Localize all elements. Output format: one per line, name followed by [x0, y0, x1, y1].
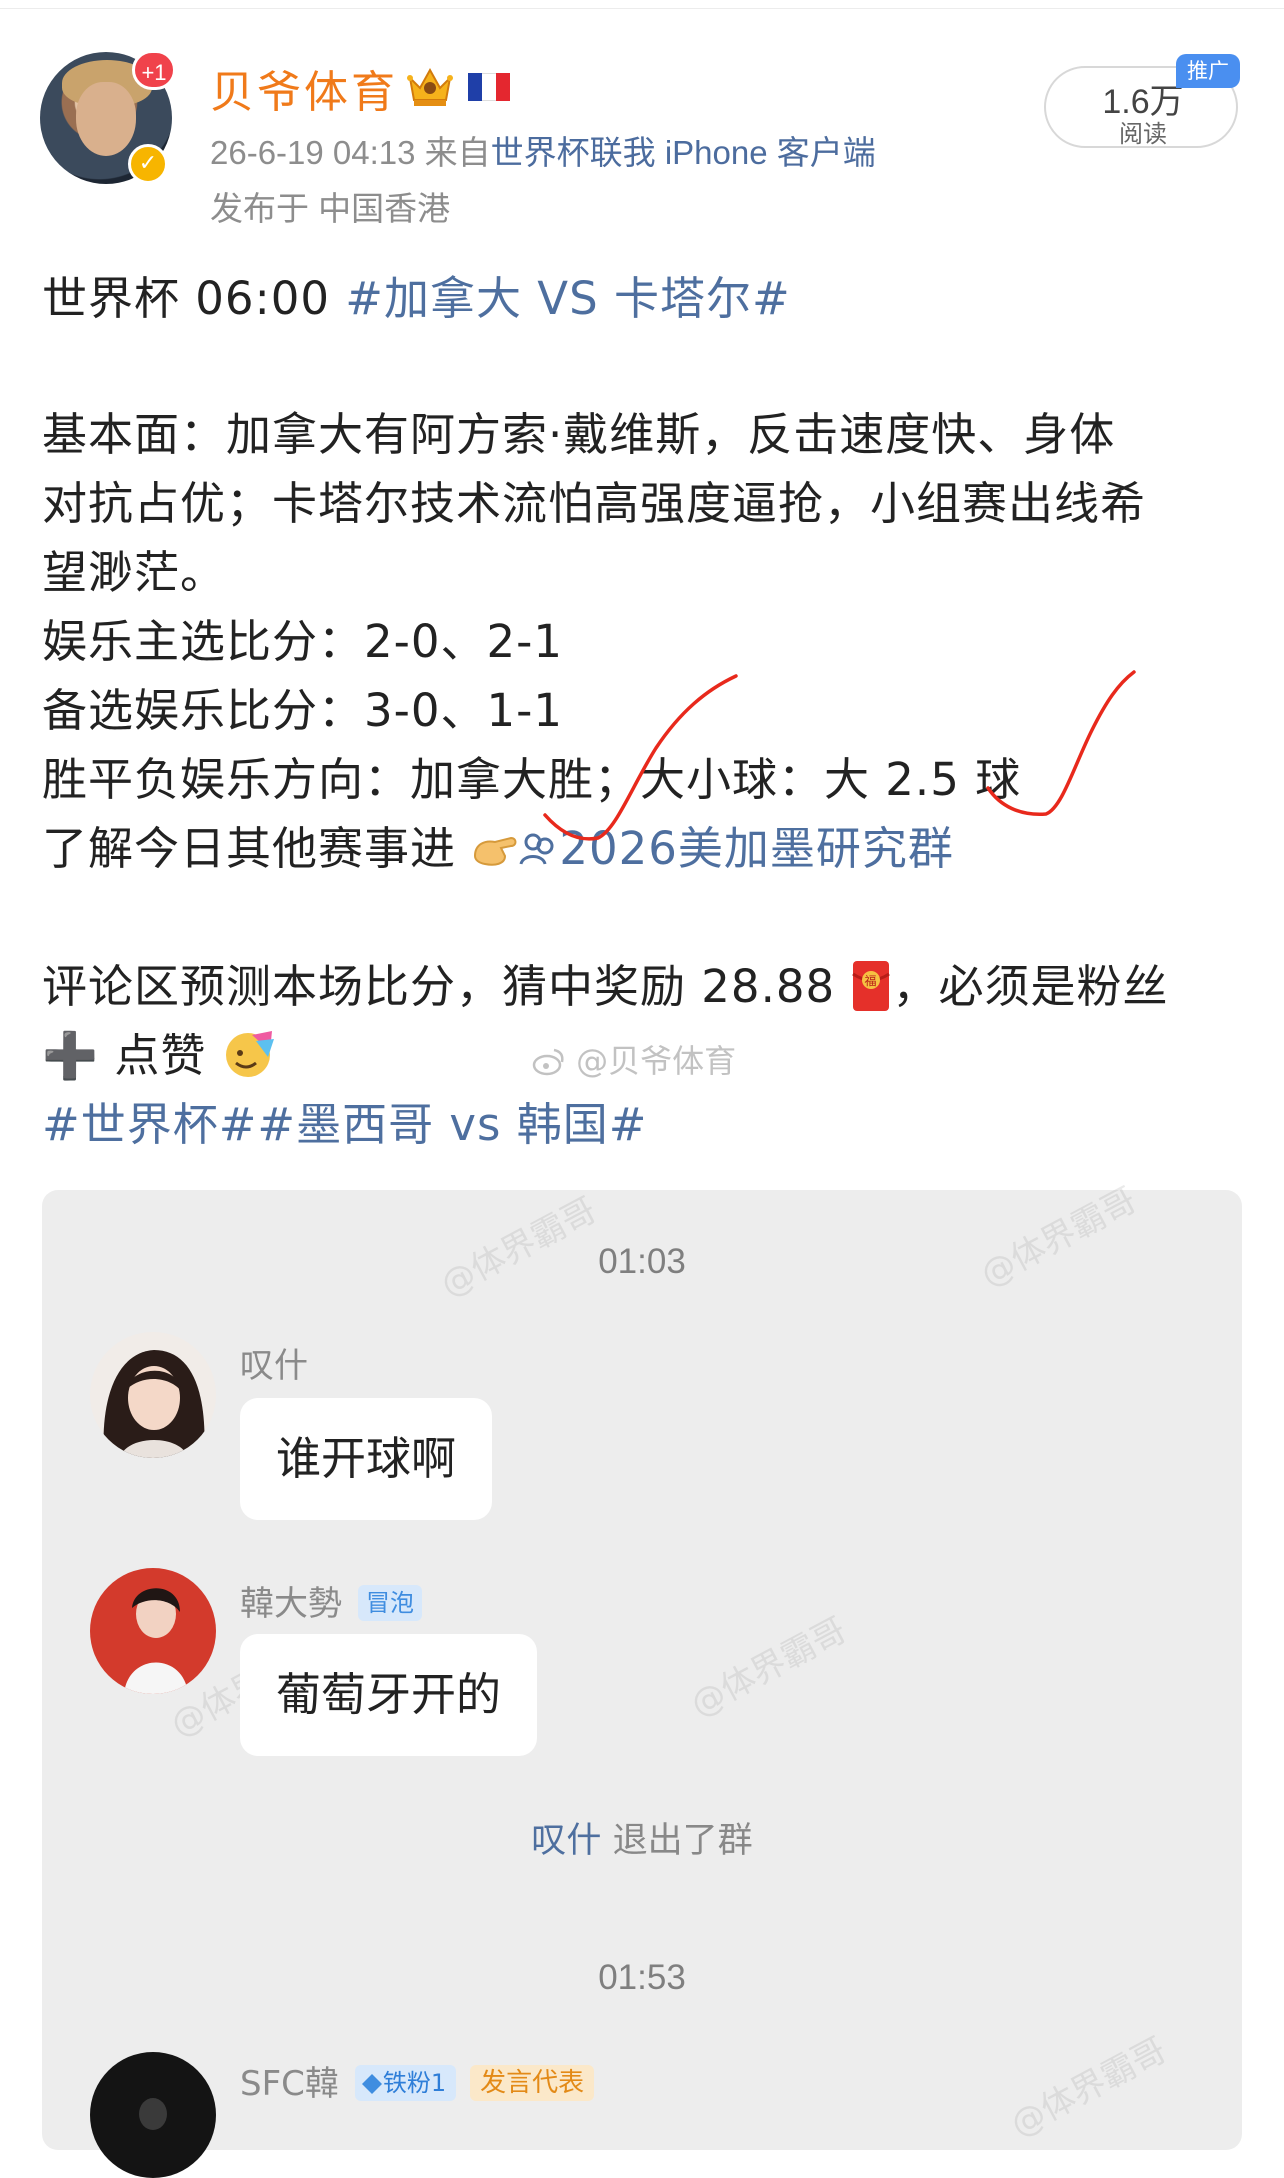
group-chat-icon — [519, 826, 559, 870]
chat-watermark-3: @体界霸哥 — [684, 1610, 854, 1726]
chat-watermark-5: @体界霸哥 — [1004, 2030, 1174, 2146]
chat-avatar-user3[interactable] — [90, 2052, 216, 2178]
post-line-3: 对抗占优；卡塔尔技术流怕高强度逼抢，小组赛出线希 — [42, 477, 1147, 530]
post-watermark-text: @贝爷体育 — [576, 1042, 737, 1080]
post-line-5: 娱乐主选比分：2-0、2-1 — [42, 615, 563, 668]
role-tag: 发言代表 — [470, 2065, 595, 2101]
chat-sender-2: 韓大勢 — [240, 1584, 342, 1624]
promo-tag: 推广 — [1176, 54, 1240, 88]
post-location: 发布于 中国香港 — [210, 190, 451, 227]
france-flag-icon — [468, 73, 510, 101]
weibo-logo-icon — [532, 1048, 564, 1076]
pointing-hand-icon — [471, 826, 519, 870]
post-line-1: 世界杯 06:00 #加拿大 VS 卡塔尔# — [42, 262, 791, 327]
chat-bubble-2: 葡萄牙开的 — [240, 1634, 538, 1756]
like-prompt: ➕ 点赞 — [42, 1029, 207, 1082]
author-avatar[interactable]: +1 ✓ — [40, 50, 176, 184]
fan-level-tag: 铁粉1 — [354, 2065, 457, 2101]
chat-sender-3-row: SFC韓 铁粉1 发言代表 — [240, 2056, 595, 2105]
source-prefix: 来自 — [424, 134, 491, 171]
chat-timestamp-2: 01:53 — [598, 1958, 686, 1997]
post-line-8: 了解今日其他赛事进 2026美加墨研究群 — [42, 812, 954, 877]
author-name[interactable]: 贝爷体育 — [210, 56, 398, 120]
chat-screenshot: @体界霸哥 @体界霸哥 @体界霸哥 @体界霸哥 @体界霸哥 01:03 叹什 谁… — [42, 1180, 1242, 2178]
chat-sender-2-row: 韓大勢 冒泡 — [240, 1576, 422, 1625]
group-link[interactable]: 2026美加墨研究群 — [559, 822, 954, 875]
post-line-4: 望渺茫。 — [42, 546, 227, 599]
system-message-text: 退出了群 — [601, 1821, 753, 1861]
top-divider — [0, 8, 1284, 9]
crown-badge-icon — [407, 67, 453, 106]
system-message: 叹什 退出了群 — [42, 1812, 1242, 1863]
svg-text:福: 福 — [865, 973, 878, 988]
verified-icon: ✓ — [128, 144, 168, 184]
avatar-face-shape — [76, 82, 136, 156]
chat-bubble-1: 谁开球啊 — [240, 1398, 493, 1520]
bubble-tag: 冒泡 — [358, 1585, 422, 1621]
post-line-9: 评论区预测本场比分，猜中奖励 28.88 福 ，必须是粉丝 — [42, 950, 1168, 1015]
chat-avatar-user2[interactable] — [90, 1568, 216, 1694]
post-watermark: @贝爷体育 — [532, 1036, 736, 1082]
post-meta: 26-6-19 04:13 来自世界杯联我 iPhone 客户端 — [210, 126, 876, 174]
line9-suffix: ，必须是粉丝 — [892, 960, 1169, 1013]
topic-link-match[interactable]: #加拿大 VS 卡塔尔# — [345, 272, 790, 325]
post-line-2: 基本面：加拿大有阿方索·戴维斯，反击速度快、身体 — [42, 408, 1116, 461]
post-line-7: 胜平负娱乐方向：加拿大胜；大小球：大 2.5 球 — [42, 753, 1022, 806]
source-link[interactable]: 世界杯联我 iPhone 客户端 — [491, 134, 876, 171]
system-message-user[interactable]: 叹什 — [531, 1821, 601, 1861]
chat-sender-3: SFC韓 — [240, 2064, 339, 2104]
chat-avatar-user1[interactable] — [90, 1332, 216, 1458]
post-line-6: 备选娱乐比分：3-0、1-1 — [42, 684, 563, 737]
notification-badge: +1 — [132, 50, 176, 90]
diamond-icon — [361, 2074, 382, 2094]
red-envelope-icon: 福 — [850, 958, 892, 1014]
line8-prefix: 了解今日其他赛事进 — [42, 822, 457, 875]
chat-sender-1: 叹什 — [240, 1346, 308, 1386]
match-time: 世界杯 06:00 — [42, 272, 346, 325]
line9-prefix: 评论区预测本场比分，猜中奖励 28.88 — [42, 960, 836, 1013]
post-topic-tags[interactable]: #世界杯##墨西哥 vs 韩国# — [42, 1088, 648, 1153]
chat-timestamp-1: 01:03 — [598, 1242, 686, 1281]
read-label: 阅读 — [1119, 120, 1167, 148]
party-face-icon — [222, 1027, 278, 1081]
fan-level-label: 铁粉1 — [382, 2069, 447, 2097]
post-line-10: ➕ 点赞 — [42, 1019, 278, 1084]
post-timestamp: 26-6-19 04:13 — [210, 134, 416, 171]
